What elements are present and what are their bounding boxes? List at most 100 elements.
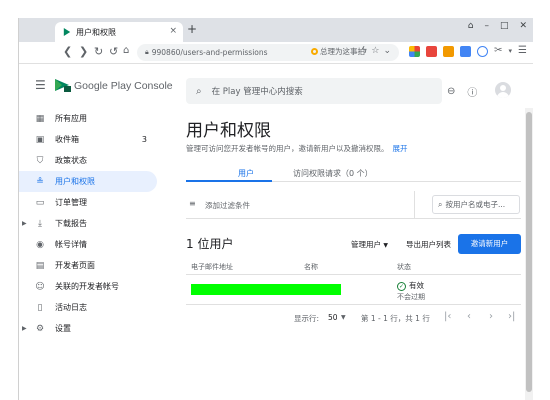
brand-name: Google Play Console <box>74 80 173 92</box>
divider <box>414 191 415 219</box>
account-icon: ◉ <box>36 239 44 250</box>
add-filter-button[interactable]: 添加过滤条件 <box>205 200 250 211</box>
dropdown-icon[interactable]: ⌄ <box>383 46 391 56</box>
profile-icon[interactable]: ⌂ <box>468 21 474 31</box>
sidebar-item[interactable]: ▶ ⚙ 设置 <box>19 318 157 339</box>
history-back-icon[interactable]: ↺ <box>109 45 118 58</box>
prev-page-icon[interactable]: ‹ <box>467 311 471 322</box>
avatar[interactable] <box>495 82 511 98</box>
hamburger-menu-icon[interactable]: ☰ <box>35 78 46 92</box>
pagination: 显示行: 50 ▼ 第 1 - 1 行，共 1 行 |‹ ‹ › ›| <box>186 311 521 326</box>
page-range: 第 1 - 1 行，共 1 行 <box>361 314 430 323</box>
page-title: 用户和权限 <box>186 121 271 141</box>
new-tab-button[interactable]: + <box>187 22 197 36</box>
filter-icon[interactable]: ≡ <box>189 199 196 208</box>
bookmark-label: 总理为这事拍 <box>320 47 365 56</box>
sidebar-item-label: 收件箱 <box>55 135 79 144</box>
help-icon[interactable]: ⓘ <box>467 84 477 99</box>
status-badge: ✓ 有效 <box>397 280 424 291</box>
tab-access-requests[interactable]: 访问权限请求（0 个） <box>293 168 373 179</box>
browser-menu-icon[interactable]: ☰ <box>518 45 527 56</box>
tabs: 用户 访问权限请求（0 个） <box>186 166 521 182</box>
sidebar-item[interactable]: ⛉ 政策状态 <box>19 150 157 171</box>
table-header: 电子邮件地址 名称 状态 <box>186 258 521 275</box>
reload-icon[interactable]: ↻ <box>94 45 103 58</box>
expand-link[interactable]: 展开 <box>393 144 408 153</box>
sidebar-item[interactable]: ≗ 用户和权限 <box>19 171 157 192</box>
close-window-icon[interactable]: ✕ <box>519 21 527 31</box>
link-account-icon: ☺ <box>35 281 45 292</box>
star-icon[interactable]: ☆ <box>371 46 379 56</box>
export-users-button[interactable]: 导出用户列表 <box>406 239 451 250</box>
extensions-bar <box>409 46 494 57</box>
sidebar-item[interactable]: ▦ 所有应用 <box>19 108 157 129</box>
tab-close-icon[interactable]: × <box>169 26 177 36</box>
home-icon[interactable]: ⌂ <box>123 45 129 56</box>
scrollbar[interactable] <box>525 108 533 400</box>
expand-arrow-icon[interactable]: ▶ <box>22 325 27 332</box>
manage-users-label: 管理用户 <box>351 240 381 249</box>
manage-users-button[interactable]: 管理用户 ▼ <box>351 239 388 250</box>
sidebar-item-label: 帐号详情 <box>55 240 87 249</box>
caret-down-icon[interactable]: ▼ <box>341 314 346 321</box>
browser-toolbar: ❮ ❯ ↻ ↺ ⌂ 🔒︎ 990860/users-and-permission… <box>19 42 533 64</box>
log-icon: ▯ <box>37 302 43 313</box>
tab-users[interactable]: 用户 <box>238 168 254 179</box>
sidebar-item[interactable]: ▣ 收件箱 3 <box>19 129 157 150</box>
filter-bar: ≡ 添加过滤条件 ⌕ 按用户名或电子... <box>186 191 521 219</box>
rows-per-page-select[interactable]: 50 <box>328 313 338 322</box>
bookmark-chip[interactable]: 总理为这事拍 <box>311 46 365 57</box>
game-extension-icon[interactable] <box>426 46 437 57</box>
sidebar-item-label: 订单管理 <box>55 198 87 207</box>
next-page-icon[interactable]: › <box>489 311 493 322</box>
status-text: 有效 <box>409 281 424 290</box>
user-search-placeholder: 按用户名或电子... <box>445 200 506 209</box>
invite-user-button[interactable]: 邀请新用户 <box>458 234 521 254</box>
sidebar-item-label: 所有应用 <box>55 114 87 123</box>
page-icon: ▤ <box>35 260 45 271</box>
sidebar-item-label: 关联的开发者帐号 <box>55 282 119 291</box>
apps-extension-icon[interactable] <box>409 46 420 57</box>
tab-title: 用户和权限 <box>76 27 116 37</box>
sidebar-item[interactable]: ▯ 活动日志 <box>19 297 157 318</box>
first-page-icon[interactable]: |‹ <box>444 311 451 322</box>
forward-icon[interactable]: ❯ <box>79 45 88 58</box>
scrollbar-thumb[interactable] <box>526 112 532 392</box>
sidebar-item[interactable]: ☺ 关联的开发者帐号 <box>19 276 157 297</box>
users-count: 1 位用户 <box>186 237 234 251</box>
sidebar-item-label: 下载报告 <box>55 219 87 228</box>
sidebar-item[interactable]: ▤ 开发者页面 <box>19 255 157 276</box>
caret-down-icon: ▼ <box>383 242 389 249</box>
users-table: 电子邮件地址 名称 状态 ✓ 有效 不会过期 <box>186 258 521 305</box>
sidebar-item-label: 活动日志 <box>55 303 87 312</box>
app-header: ☰ Google Play Console ⌕ 在 Play 管理中心内搜索 ⊖… <box>19 64 533 108</box>
sidebar-item[interactable]: ▭ 订单管理 <box>19 192 157 213</box>
minimize-icon[interactable]: – <box>484 21 489 31</box>
edit-extension-icon[interactable] <box>460 46 471 57</box>
translate-extension-icon[interactable] <box>443 46 454 57</box>
sidebar: ▦ 所有应用 ▣ 收件箱 3 ⛉ 政策状态 ≗ 用户和权限 ▭ 订单管理 ▶ ⤓ 下载报告 ◉ 帐号详情 ▤ 开发… <box>19 108 159 339</box>
table-row[interactable]: ✓ 有效 不会过期 <box>186 275 521 305</box>
download-icon: ⤓ <box>38 218 42 229</box>
gear-icon: ⚙ <box>35 323 45 334</box>
bookmark-ring-icon <box>311 48 318 55</box>
card-icon: ▭ <box>35 197 45 208</box>
maximize-icon[interactable]: □ <box>500 21 509 31</box>
link-icon[interactable]: ⊖ <box>447 86 455 97</box>
search-icon: ⌕ <box>438 199 443 209</box>
column-status[interactable]: 状态 <box>397 262 411 272</box>
browser-tab[interactable]: 用户和权限 × <box>55 22 183 42</box>
circle-extension-icon[interactable] <box>477 46 488 57</box>
back-icon[interactable]: ❮ <box>63 45 72 58</box>
cut-icon[interactable]: ✂ <box>494 45 502 56</box>
sidebar-item[interactable]: ▶ ⤓ 下载报告 <box>19 213 157 234</box>
user-search-input[interactable]: ⌕ 按用户名或电子... <box>432 195 520 214</box>
column-email[interactable]: 电子邮件地址 <box>191 262 233 272</box>
expand-arrow-icon[interactable]: ▶ <box>22 220 27 227</box>
sidebar-item[interactable]: ◉ 帐号详情 <box>19 234 157 255</box>
last-page-icon[interactable]: ›| <box>508 311 515 322</box>
global-search-input[interactable]: ⌕ 在 Play 管理中心内搜索 <box>186 78 442 104</box>
column-name[interactable]: 名称 <box>304 262 318 272</box>
redacted-email <box>191 284 341 295</box>
menu-caret-icon[interactable]: ▾ <box>509 47 513 55</box>
